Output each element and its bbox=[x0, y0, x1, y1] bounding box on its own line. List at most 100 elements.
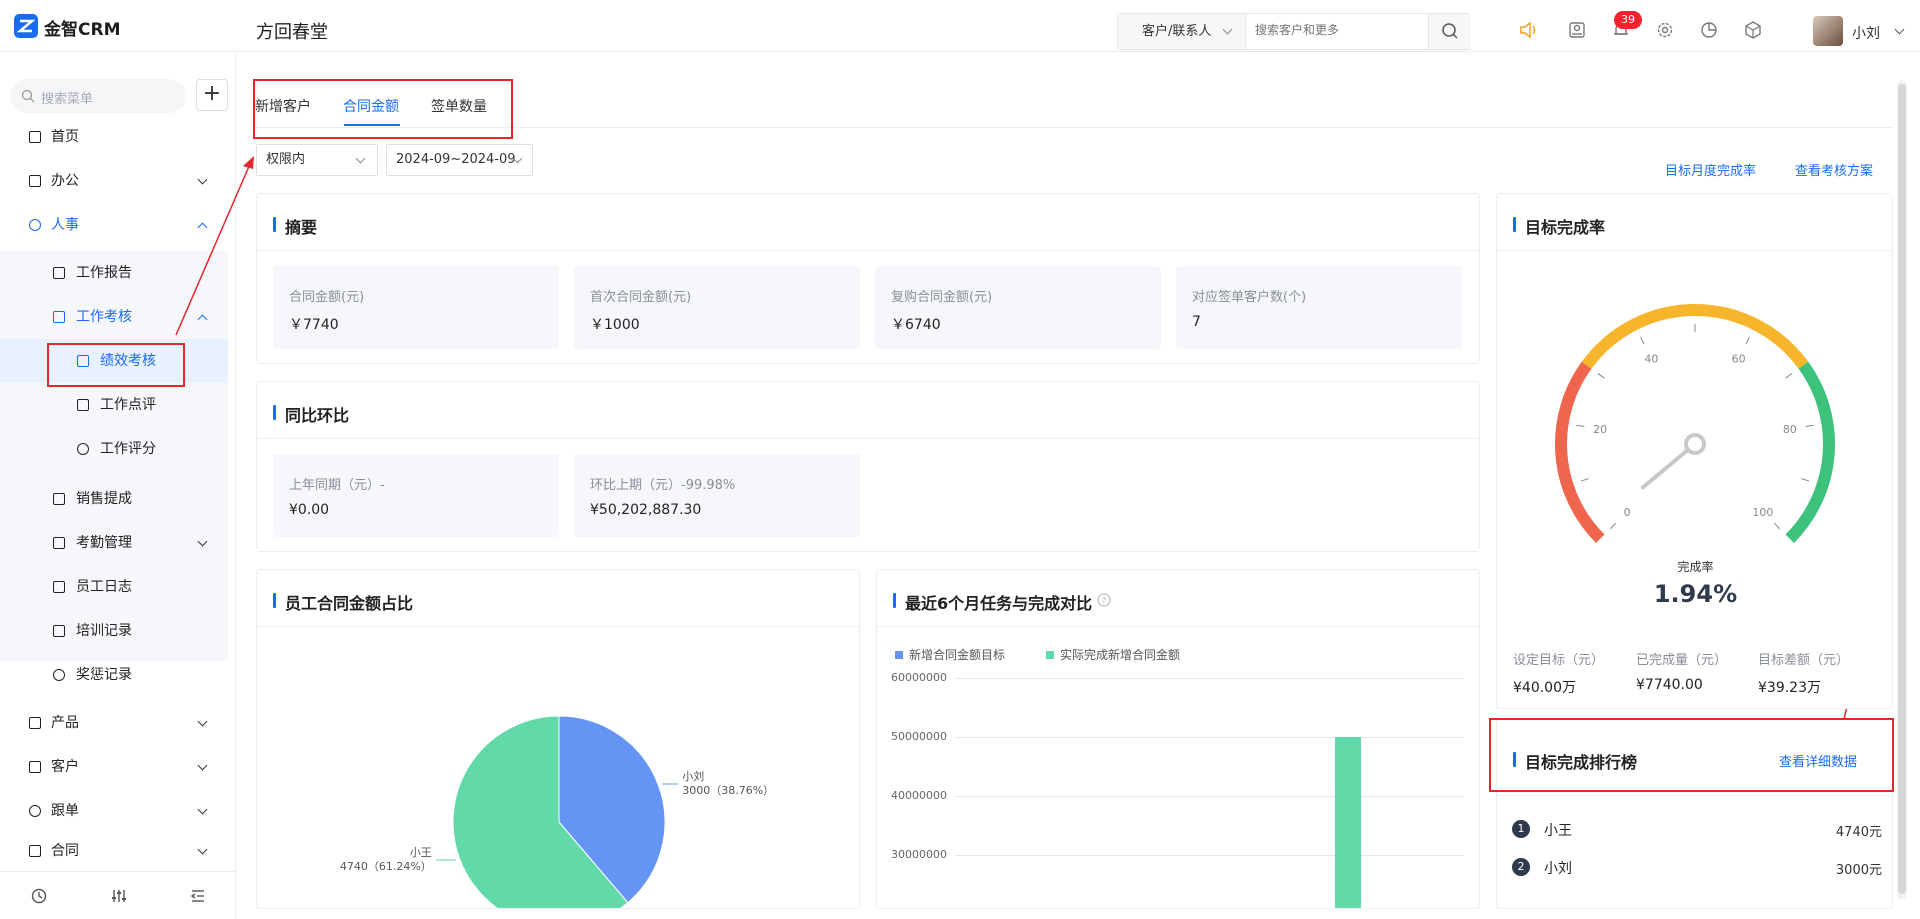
star-icon bbox=[77, 443, 89, 455]
sidebar-item-product[interactable]: 产品 bbox=[0, 701, 228, 745]
view-plan-link[interactable]: 查看考核方案 bbox=[1795, 160, 1873, 179]
sidebar-item-rewards[interactable]: 奖惩记录 bbox=[0, 653, 228, 697]
legend-label: 实际完成新增合同金额 bbox=[1060, 648, 1181, 662]
gauge-tick-label: 80 bbox=[1783, 423, 1797, 436]
gauge-caption: 完成率 bbox=[1677, 560, 1714, 574]
sidebar-item-office[interactable]: 办公 bbox=[0, 159, 228, 203]
pie-label-name: 小王 bbox=[410, 846, 432, 859]
sidebar-item-label: 工作报告 bbox=[76, 265, 132, 281]
sidebar-item-work-review[interactable]: 工作点评 bbox=[0, 383, 228, 427]
chevron-down-icon bbox=[197, 760, 208, 771]
sidebar-item-label: 首页 bbox=[51, 129, 79, 145]
gauge-tick bbox=[1801, 478, 1810, 482]
summary-title: 摘要 bbox=[273, 214, 317, 238]
username[interactable]: 小刘 bbox=[1852, 23, 1880, 43]
search-button[interactable] bbox=[1428, 14, 1471, 49]
stat-value: ¥0.00 bbox=[289, 502, 330, 518]
stat-value: ￥6740 bbox=[891, 317, 941, 333]
highlight-box-performance bbox=[47, 343, 185, 387]
legend-swatch bbox=[895, 651, 903, 659]
sidebar-item-staff-log[interactable]: 员工日志 bbox=[0, 565, 228, 609]
chevron-down-icon bbox=[197, 844, 208, 855]
sidebar-item-work-report[interactable]: 工作报告 bbox=[0, 251, 228, 295]
sidebar-item-label: 工作点评 bbox=[100, 397, 156, 413]
history-icon[interactable] bbox=[31, 888, 47, 904]
target-label: 设定目标（元） bbox=[1513, 653, 1605, 668]
sidebar: 搜索菜单 + 首页 办公 人事 工作报告 工作考核 绩效考核 工作点评 工作评分… bbox=[0, 53, 236, 919]
sidebar-item-customer[interactable]: 客户 bbox=[0, 745, 228, 789]
company-name: 方回春堂 bbox=[256, 22, 328, 43]
chevron-down-icon bbox=[197, 804, 208, 815]
date-range-select[interactable]: 2024-09~2024-09 bbox=[386, 144, 533, 176]
log-icon bbox=[53, 581, 65, 593]
stat-value: ￥7740 bbox=[289, 317, 339, 333]
customer-icon bbox=[29, 761, 41, 773]
chevron-down-icon bbox=[197, 174, 208, 185]
divider bbox=[257, 438, 1479, 439]
chevron-down-icon bbox=[355, 153, 366, 164]
gauge-tick bbox=[1805, 424, 1814, 427]
training-icon bbox=[53, 625, 65, 637]
sidebar-footer bbox=[0, 871, 236, 919]
gauge-tick bbox=[1609, 522, 1617, 530]
grid-line bbox=[955, 796, 1463, 797]
sidebar-item-work-assessment[interactable]: 工作考核 bbox=[0, 295, 228, 339]
search-input[interactable] bbox=[1255, 23, 1425, 37]
sidebar-item-follow[interactable]: 跟单 bbox=[0, 789, 228, 833]
grid-line bbox=[955, 737, 1463, 738]
stat-label: 对应签单客户数(个) bbox=[1192, 290, 1307, 305]
settings-sliders-icon[interactable] bbox=[111, 888, 127, 904]
sidebar-item-training[interactable]: 培训记录 bbox=[0, 609, 228, 653]
y-tick-label: 60000000 bbox=[891, 671, 947, 684]
sidebar-item-home[interactable]: 首页 bbox=[0, 115, 228, 159]
chevron-up-icon bbox=[197, 222, 208, 233]
yoy-card: 同比环比 上年同期（元）- ¥0.00 环比上期（元）-99.98% ¥50,2… bbox=[256, 381, 1480, 552]
contact-card-icon[interactable] bbox=[1567, 20, 1587, 40]
stat-first-contract: 首次合同金额(元) ￥1000 bbox=[574, 266, 860, 349]
chevron-down-icon[interactable] bbox=[1894, 24, 1905, 35]
help-icon[interactable]: ? bbox=[1096, 592, 1112, 608]
stat-value: 7 bbox=[1192, 314, 1201, 330]
sidebar-item-label: 跟单 bbox=[51, 803, 79, 819]
gauge-tick bbox=[1580, 478, 1589, 482]
stat-customer-count: 对应签单客户数(个) 7 bbox=[1176, 266, 1462, 349]
search-icon bbox=[1442, 23, 1458, 39]
avatar[interactable] bbox=[1813, 16, 1843, 46]
highlight-box-tabs bbox=[253, 79, 513, 139]
highlight-box-ranking bbox=[1489, 718, 1894, 792]
sidebar-item-contract[interactable]: 合同 bbox=[0, 833, 228, 859]
rank-name: 小刘 bbox=[1544, 861, 1572, 877]
speaker-icon[interactable] bbox=[1518, 20, 1538, 40]
sidebar-item-label: 人事 bbox=[51, 217, 79, 233]
pie-chart-icon[interactable] bbox=[1699, 20, 1719, 40]
main-scrollbar-thumb[interactable] bbox=[1898, 84, 1906, 894]
gauge-band bbox=[1581, 304, 1809, 369]
attendance-icon bbox=[53, 537, 65, 549]
rank-number: 1 bbox=[1512, 820, 1530, 838]
gauge-card: 目标完成率 0 20 40 60 80 100 完成率 1.94% 设定目标（元） ¥40… bbox=[1496, 193, 1893, 709]
rank-number: 2 bbox=[1512, 858, 1530, 876]
sidebar-item-label: 产品 bbox=[51, 715, 79, 731]
pie-label-value: 4740（61.24%） bbox=[340, 860, 432, 873]
cube-icon[interactable] bbox=[1743, 20, 1763, 40]
sidebar-item-attendance[interactable]: 考勤管理 bbox=[0, 521, 228, 565]
grid-line bbox=[955, 678, 1463, 679]
yoy-title: 同比环比 bbox=[273, 402, 349, 426]
add-menu-button[interactable]: + bbox=[196, 79, 228, 111]
gear-icon[interactable] bbox=[1655, 20, 1675, 40]
sidebar-item-commission[interactable]: 销售提成 bbox=[0, 477, 228, 521]
rank-value: 4740元 bbox=[1835, 825, 1882, 840]
bar-actual-completed bbox=[1335, 737, 1361, 908]
menu-search-input[interactable]: 搜索菜单 bbox=[10, 79, 186, 113]
monthly-rate-link[interactable]: 目标月度完成率 bbox=[1665, 160, 1756, 179]
sidebar-item-work-score[interactable]: 工作评分 bbox=[0, 427, 228, 471]
search-scope-select[interactable]: 客户/联系人 bbox=[1118, 14, 1246, 49]
logo-icon bbox=[14, 14, 38, 38]
scope-select-value: 权限内 bbox=[266, 152, 306, 167]
sidebar-item-hr[interactable]: 人事 bbox=[0, 203, 228, 247]
sidebar-item-label: 奖惩记录 bbox=[76, 667, 132, 683]
gauge-value: 1.94% bbox=[1653, 580, 1738, 608]
scope-select[interactable]: 权限内 bbox=[256, 144, 378, 176]
collapse-menu-icon[interactable] bbox=[190, 888, 206, 904]
chevron-down-icon bbox=[1222, 24, 1233, 35]
